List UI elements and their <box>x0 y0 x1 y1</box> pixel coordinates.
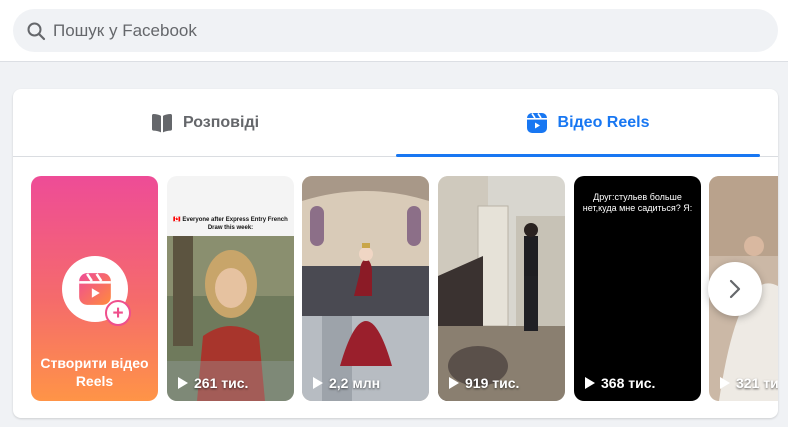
create-reel-card[interactable]: + Створити відео Reels <box>31 176 158 401</box>
reel-views-label: 321 тис. <box>736 375 778 391</box>
tab-reels-label: Відео Reels <box>557 114 650 131</box>
reel-view-count: 321 тис. <box>720 375 778 391</box>
reel-card[interactable]: Друг:стульев больше нет,куда мне садитьс… <box>574 176 701 401</box>
reel-card[interactable]: 🇨🇦 Everyone after Express Entry French D… <box>167 176 294 401</box>
play-icon <box>313 377 323 389</box>
stories-reels-card: Розповіді Відео Reels + Створити відео R… <box>13 89 778 418</box>
reel-overlay-text: 🇨🇦 Everyone after Express Entry French D… <box>173 217 288 231</box>
reels-icon <box>79 273 111 305</box>
tab-stories[interactable]: Розповіді <box>13 89 396 157</box>
top-bar <box>0 0 788 62</box>
reel-view-count: 261 тис. <box>178 375 248 391</box>
reel-views-label: 2,2 млн <box>329 375 381 391</box>
reel-view-count: 2,2 млн <box>313 375 380 391</box>
reel-view-count: 919 тис. <box>449 375 519 391</box>
tab-bar: Розповіді Відео Reels <box>13 89 778 157</box>
create-reel-label: Створити відео Reels <box>40 355 149 389</box>
active-tab-indicator <box>396 154 760 157</box>
search-input[interactable] <box>53 9 753 52</box>
play-icon <box>449 377 459 389</box>
tab-stories-label: Розповіді <box>182 114 260 131</box>
next-button[interactable] <box>708 262 762 316</box>
book-open-icon <box>151 114 172 133</box>
play-icon <box>585 377 595 389</box>
reels-icon <box>526 113 547 133</box>
tab-reels[interactable]: Відео Reels <box>396 89 778 157</box>
search-icon <box>27 22 46 41</box>
reel-thumbnail <box>438 176 565 401</box>
chevron-right-icon <box>729 279 741 299</box>
reel-views-label: 368 тис. <box>601 375 656 391</box>
reel-card[interactable]: 919 тис. <box>438 176 565 401</box>
reel-thumbnail <box>302 176 429 401</box>
reel-views-label: 919 тис. <box>465 375 520 391</box>
plus-icon: + <box>105 300 131 326</box>
play-icon <box>720 377 730 389</box>
reel-thumbnail <box>167 176 294 401</box>
play-icon <box>178 377 188 389</box>
reel-view-count: 368 тис. <box>585 375 655 391</box>
reel-views-label: 261 тис. <box>194 375 249 391</box>
reel-card[interactable]: 2,2 млн <box>302 176 429 401</box>
search-bar[interactable] <box>13 9 778 52</box>
reel-overlay-text: Друг:стульев больше нет,куда мне садитьс… <box>582 192 693 213</box>
